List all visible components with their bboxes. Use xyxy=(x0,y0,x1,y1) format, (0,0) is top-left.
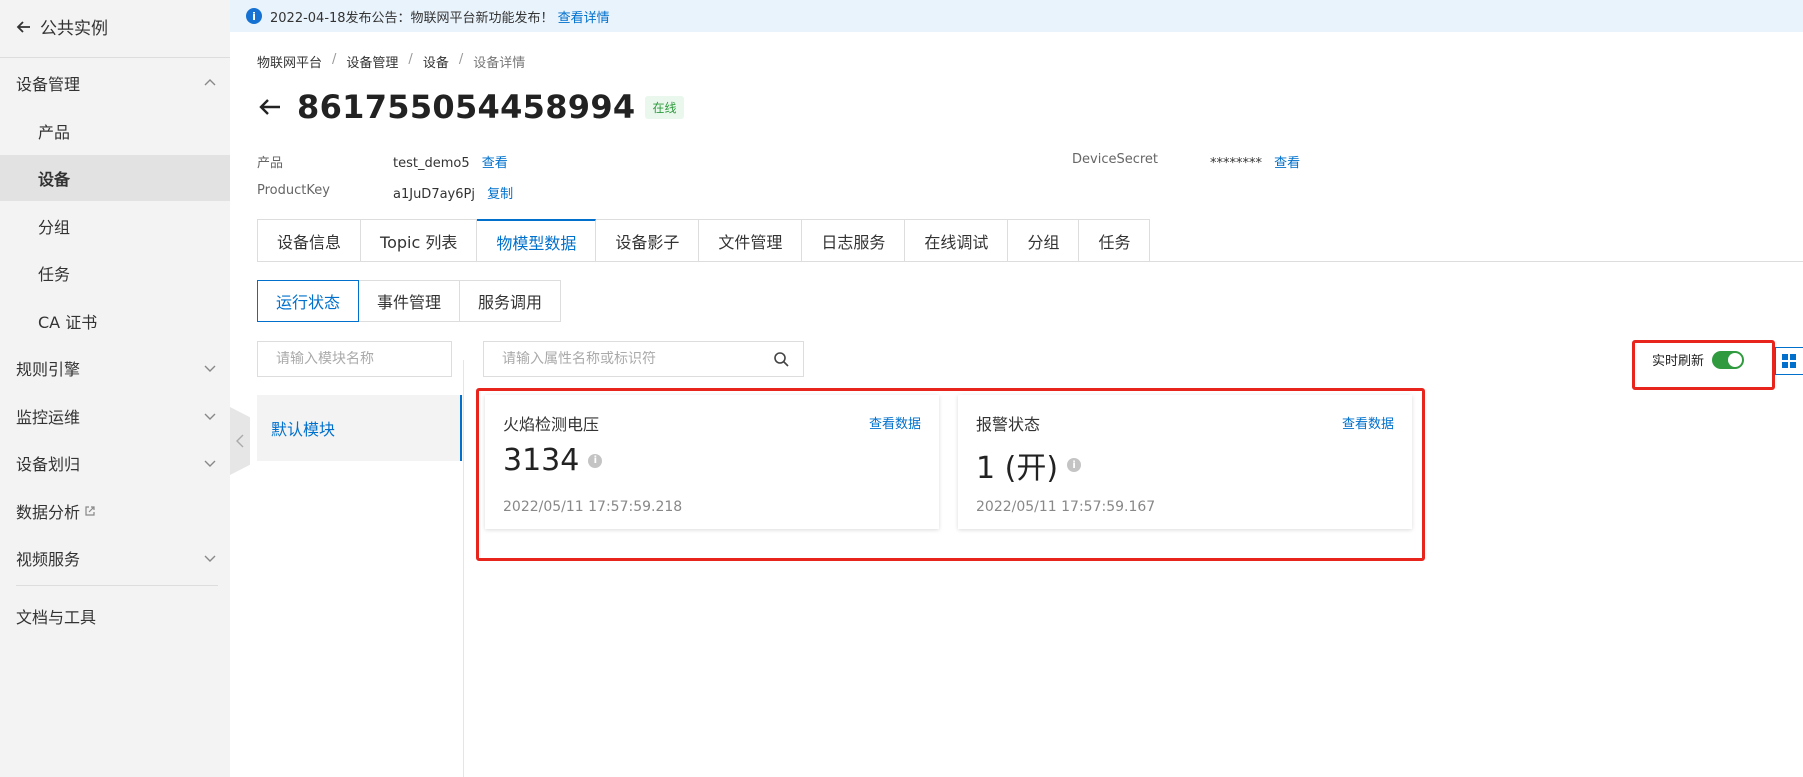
sidebar-item-rule-engine[interactable]: 规则引擎 xyxy=(0,345,230,391)
breadcrumb-item[interactable]: 物联网平台 xyxy=(257,52,322,71)
tabs-divider xyxy=(257,261,1803,262)
sidebar-divider xyxy=(0,57,230,58)
info-icon: i xyxy=(246,8,262,24)
breadcrumb: 物联网平台 / 设备管理 / 设备 / 设备详情 xyxy=(257,52,525,71)
sidebar-item-label: 任务 xyxy=(38,265,71,284)
search-icon[interactable] xyxy=(773,351,789,367)
sidebar: 公共实例 设备管理 产品 设备 分组 任务 CA 证书 规则引擎 监控运维 设备… xyxy=(0,0,230,777)
breadcrumb-separator: / xyxy=(408,52,413,67)
module-list-divider xyxy=(463,360,464,777)
subtab-service-invocation[interactable]: 服务调用 xyxy=(459,280,562,322)
page-title-row: 861755054458994 在线 xyxy=(257,88,684,126)
breadcrumb-separator: / xyxy=(458,52,464,67)
sidebar-item-label: 文档与工具 xyxy=(16,608,97,627)
tab-online-debug[interactable]: 在线调试 xyxy=(905,220,1009,261)
tab-device-info[interactable]: 设备信息 xyxy=(258,220,362,261)
announcement-banner: i 2022-04-18发布公告：物联网平台新功能发布！ 查看详情 xyxy=(230,0,1803,32)
sidebar-item-label: 数据分析 xyxy=(16,503,81,522)
module-search xyxy=(257,341,452,377)
copy-productkey-link[interactable]: 复制 xyxy=(487,187,513,202)
secret-value: ******** 查看 xyxy=(1210,152,1300,171)
sidebar-item-label: 设备划归 xyxy=(16,455,81,474)
sidebar-item-label: CA 证书 xyxy=(38,313,98,332)
banner-text: 2022-04-18发布公告：物联网平台新功能发布！ xyxy=(270,10,554,26)
chevron-down-icon xyxy=(204,555,216,562)
subtab-event-management[interactable]: 事件管理 xyxy=(358,280,461,322)
sidebar-item-video-service[interactable]: 视频服务 xyxy=(0,535,230,581)
sidebar-item-group[interactable]: 分组 xyxy=(0,203,230,249)
sidebar-divider xyxy=(16,585,218,586)
back-arrow-icon[interactable] xyxy=(257,94,283,120)
sidebar-item-ca-cert[interactable]: CA 证书 xyxy=(0,298,230,344)
meta-key: 产品 xyxy=(257,156,284,171)
detail-tabs: 设备信息 Topic 列表 物模型数据 设备影子 文件管理 日志服务 在线调试 … xyxy=(257,219,1151,262)
chevron-down-icon xyxy=(204,413,216,420)
sidebar-item-data-analysis[interactable]: 数据分析 xyxy=(0,488,230,534)
grid-view-button[interactable] xyxy=(1775,347,1803,375)
sidebar-item-device-management[interactable]: 设备管理 xyxy=(0,60,230,106)
chevron-up-icon xyxy=(204,79,216,86)
breadcrumb-separator: / xyxy=(332,52,337,67)
secret-label: DeviceSecret xyxy=(1072,152,1158,167)
cards-highlight-box xyxy=(476,388,1425,561)
banner-details-link[interactable]: 查看详情 xyxy=(558,7,610,26)
sidebar-collapse-handle[interactable] xyxy=(230,407,250,475)
external-link-icon xyxy=(85,506,95,516)
page-title: 861755054458994 xyxy=(297,88,636,126)
property-search xyxy=(483,341,804,377)
tab-thing-model-data[interactable]: 物模型数据 xyxy=(477,219,597,262)
tab-log-service[interactable]: 日志服务 xyxy=(802,220,906,261)
breadcrumb-item[interactable]: 设备 xyxy=(423,52,449,71)
back-label: 公共实例 xyxy=(40,19,108,39)
tab-device-shadow[interactable]: 设备影子 xyxy=(596,220,700,261)
chevron-left-icon xyxy=(236,434,244,448)
breadcrumb-item[interactable]: 设备管理 xyxy=(346,52,398,71)
meta-value: a1JuD7ay6Pj xyxy=(393,187,475,202)
view-secret-link[interactable]: 查看 xyxy=(1274,156,1300,171)
subtab-runtime-status[interactable]: 运行状态 xyxy=(257,280,360,322)
sidebar-item-task[interactable]: 任务 xyxy=(0,250,230,296)
grid-icon xyxy=(1782,354,1796,368)
property-search-input[interactable] xyxy=(502,351,773,367)
sidebar-item-label: 规则引擎 xyxy=(16,360,81,379)
tab-file-management[interactable]: 文件管理 xyxy=(699,220,803,261)
meta-value: test_demo5 xyxy=(393,156,470,171)
sidebar-item-label: 设备管理 xyxy=(16,75,81,94)
meta-value: ******** xyxy=(1210,156,1262,171)
sidebar-item-device-assign[interactable]: 设备划归 xyxy=(0,440,230,486)
sidebar-item-label: 监控运维 xyxy=(16,408,81,427)
tab-group[interactable]: 分组 xyxy=(1008,220,1080,261)
sidebar-item-label: 设备 xyxy=(38,170,71,189)
app: 公共实例 设备管理 产品 设备 分组 任务 CA 证书 规则引擎 监控运维 设备… xyxy=(0,0,1803,777)
module-item-default[interactable]: 默认模块 xyxy=(257,395,462,461)
module-search-input[interactable] xyxy=(276,351,450,367)
product-value: test_demo5 查看 xyxy=(393,152,508,171)
product-label: 产品 xyxy=(257,152,283,171)
sidebar-item-label: 视频服务 xyxy=(16,550,81,569)
meta-key: DeviceSecret xyxy=(1072,152,1159,167)
back-to-instances[interactable]: 公共实例 xyxy=(16,14,108,39)
sidebar-item-monitoring[interactable]: 监控运维 xyxy=(0,393,230,439)
breadcrumb-current: 设备详情 xyxy=(473,56,526,71)
arrow-left-icon xyxy=(16,20,30,33)
meta-key: ProductKey xyxy=(257,183,330,198)
status-badge: 在线 xyxy=(645,95,684,119)
view-product-link[interactable]: 查看 xyxy=(482,156,508,171)
tab-topic-list[interactable]: Topic 列表 xyxy=(361,220,478,261)
productkey-value: a1JuD7ay6Pj 复制 xyxy=(393,183,513,202)
subtabs: 运行状态 事件管理 服务调用 xyxy=(257,280,562,322)
realtime-highlight-box xyxy=(1632,340,1775,390)
sidebar-item-docs-tools[interactable]: 文档与工具 xyxy=(0,593,230,639)
chevron-down-icon xyxy=(204,460,216,467)
tab-task[interactable]: 任务 xyxy=(1079,220,1150,261)
chevron-down-icon xyxy=(204,365,216,372)
productkey-label: ProductKey xyxy=(257,183,330,198)
sidebar-item-device[interactable]: 设备 xyxy=(0,155,230,201)
sidebar-item-product[interactable]: 产品 xyxy=(0,108,230,154)
sidebar-item-label: 分组 xyxy=(38,218,71,237)
sidebar-item-label: 产品 xyxy=(38,123,71,142)
